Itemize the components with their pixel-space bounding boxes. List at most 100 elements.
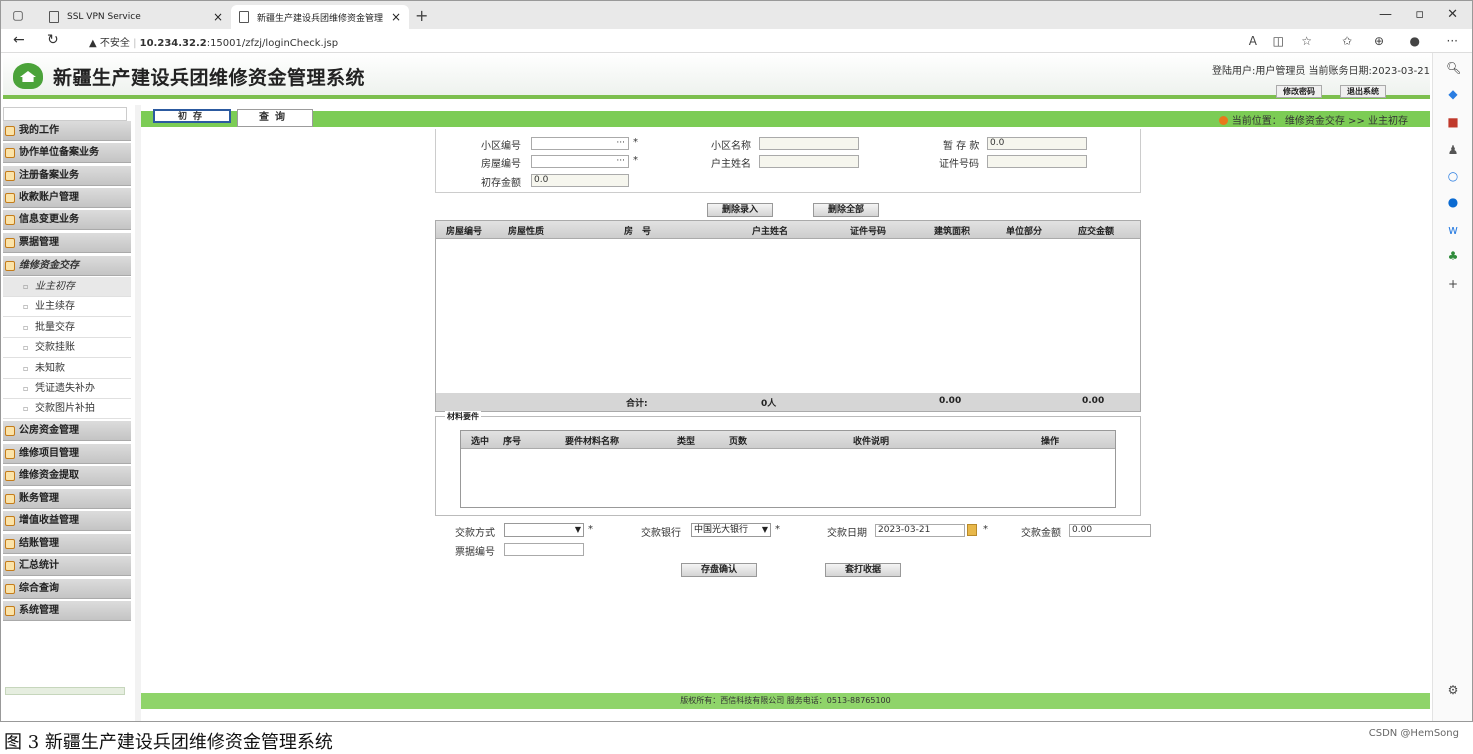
- people-icon[interactable]: ♟: [1446, 143, 1460, 157]
- sidebar-scrollbar[interactable]: [135, 105, 141, 721]
- payment-amount-input[interactable]: 0.00: [1069, 524, 1151, 537]
- sidebar-item-registration[interactable]: 注册备案业务: [3, 166, 131, 186]
- community-name-label: 小区名称: [711, 141, 751, 152]
- sidebar-item-statistics[interactable]: 汇总统计: [3, 556, 131, 576]
- favorites-icon[interactable]: ✩: [1342, 34, 1352, 48]
- folder-icon: [5, 215, 15, 225]
- sidebar-item-label: 系统管理: [19, 605, 59, 616]
- window-close-icon[interactable]: ✕: [1447, 7, 1458, 22]
- browser-tab-strip: ▢ SSL VPN Service × 新疆生产建设兵团维修资金管理 × + —…: [1, 1, 1472, 29]
- tab-actions-icon[interactable]: ▢: [11, 8, 25, 22]
- column-header: 建筑面积: [934, 227, 971, 237]
- close-tab-icon[interactable]: ×: [391, 10, 401, 24]
- profile-icon[interactable]: ●: [1410, 34, 1420, 48]
- calendar-icon[interactable]: [967, 524, 977, 536]
- house-code-label: 房屋编号: [481, 159, 521, 170]
- folder-icon: [5, 494, 15, 504]
- reader-view-icon[interactable]: ◫: [1273, 34, 1284, 48]
- payment-date-input[interactable]: 2023-03-21: [875, 524, 965, 537]
- browser-tab-vpn[interactable]: SSL VPN Service ×: [41, 5, 231, 29]
- sidebar-item-accounting[interactable]: 账务管理: [3, 489, 131, 509]
- address-bar: ← ↻ ▲ 不安全 | 10.234.32.2:15001/zfzj/login…: [1, 29, 1472, 53]
- figure-caption: 图 3 新疆生产建设兵团维修资金管理系统: [4, 732, 333, 753]
- settings-icon[interactable]: ⚙: [1446, 683, 1460, 697]
- more-icon[interactable]: ···: [1447, 34, 1458, 48]
- tab-initial-deposit[interactable]: 初存: [153, 109, 231, 123]
- house-code-input[interactable]: ···: [531, 155, 629, 168]
- sidebar-item-partner-filing[interactable]: 协作单位备案业务: [3, 143, 131, 163]
- folder-open-icon: [5, 261, 15, 271]
- app-footer: 版权所有：西信科技有限公司 服务电话：0513-88765100: [141, 693, 1430, 709]
- initial-amount-field: 0.0: [531, 174, 629, 187]
- sidebar-item-public-housing[interactable]: 公房资金管理: [3, 421, 131, 441]
- temp-amount-label: 暂 存 款: [943, 141, 980, 152]
- search-icon[interactable]: 🔍︎: [1446, 61, 1461, 75]
- payment-bank-select[interactable]: 中国光大银行 ▼: [691, 523, 771, 537]
- total-area: 0.00: [939, 396, 962, 406]
- delete-all-button[interactable]: 删除全部: [813, 203, 879, 217]
- community-code-input[interactable]: ···: [531, 137, 629, 150]
- back-icon[interactable]: ←: [13, 32, 25, 48]
- folder-icon: [5, 584, 15, 594]
- designer-icon[interactable]: w: [1446, 223, 1460, 237]
- total-label: 合计:: [626, 399, 648, 409]
- sidebar-subitem-owner-renew[interactable]: 业主续存: [3, 297, 131, 317]
- sidebar-item-tickets[interactable]: 票据管理: [3, 233, 131, 253]
- materials-legend: 材料要件: [445, 411, 481, 422]
- read-aloud-icon[interactable]: A: [1249, 34, 1257, 48]
- minimize-icon[interactable]: —: [1379, 7, 1392, 22]
- sidebar-item-label: 注册备案业务: [19, 170, 79, 181]
- ticket-number-input[interactable]: [504, 543, 584, 556]
- sidebar-item-system[interactable]: 系统管理: [3, 601, 131, 621]
- office-icon[interactable]: ○: [1446, 169, 1460, 183]
- sidebar-item-revenue[interactable]: 增值收益管理: [3, 511, 131, 531]
- delete-entry-button[interactable]: 删除录入: [707, 203, 773, 217]
- sidebar-subitem-pending[interactable]: 交款挂账: [3, 338, 131, 358]
- browser-tab-app[interactable]: 新疆生产建设兵团维修资金管理 ×: [231, 5, 409, 29]
- tree-icon[interactable]: ♣: [1446, 249, 1460, 263]
- sidebar-subitem-owner-initial[interactable]: 业主初存: [3, 277, 131, 297]
- favorite-icon[interactable]: ☆: [1301, 34, 1312, 48]
- sidebar-subitem-lost-voucher[interactable]: 凭证遗失补办: [3, 379, 131, 399]
- sidebar-subitem-unknown[interactable]: 未知款: [3, 359, 131, 379]
- new-tab-icon[interactable]: +: [415, 6, 428, 25]
- restore-icon[interactable]: ▫: [1415, 7, 1424, 22]
- tag-icon[interactable]: ◆: [1446, 87, 1460, 101]
- change-password-button[interactable]: 修改密码: [1276, 85, 1322, 98]
- sidebar-search-input[interactable]: [3, 107, 127, 121]
- total-amount: 0.00: [1082, 396, 1105, 406]
- required-mark: *: [983, 524, 988, 535]
- url-field[interactable]: ▲ 不安全 | 10.234.32.2:15001/zfzj/loginChec…: [89, 34, 338, 49]
- folder-icon: [5, 426, 15, 436]
- folder-icon: [5, 171, 15, 181]
- save-confirm-button[interactable]: 存盘确认: [681, 563, 757, 577]
- sidebar-item-my-work[interactable]: 我的工作: [3, 121, 131, 141]
- app-header: 新疆生产建设兵团维修资金管理系统 登陆用户:用户管理员 当前账务日期:2023-…: [3, 53, 1430, 99]
- id-number-label: 证件号码: [939, 159, 979, 170]
- house-table: 房屋编号 房屋性质 房 号 户主姓名 证件号码 建筑面积 单位部分 应交金额 合…: [435, 220, 1141, 412]
- tab-query[interactable]: 查询: [237, 109, 313, 127]
- logout-button[interactable]: 退出系统: [1340, 85, 1386, 98]
- add-icon[interactable]: +: [1446, 277, 1460, 291]
- sidebar-item-repair-projects[interactable]: 维修项目管理: [3, 444, 131, 464]
- collections-icon[interactable]: ⊕: [1374, 34, 1384, 48]
- outlook-icon[interactable]: ●: [1446, 195, 1460, 209]
- close-tab-icon[interactable]: ×: [213, 10, 223, 24]
- sidebar-item-fund-deposit[interactable]: 维修资金交存: [3, 256, 131, 276]
- sidebar-item-info-change[interactable]: 信息变更业务: [3, 210, 131, 230]
- sidebar-item-fund-withdraw[interactable]: 维修资金提取: [3, 466, 131, 486]
- sidebar-item-closing[interactable]: 结账管理: [3, 534, 131, 554]
- sidebar-subitem-batch[interactable]: 批量交存: [3, 318, 131, 338]
- toolbox-icon[interactable]: ■: [1446, 115, 1460, 129]
- column-header: 类型: [677, 437, 696, 447]
- print-receipt-button[interactable]: 套打收据: [825, 563, 901, 577]
- warning-icon: ▲: [89, 38, 97, 49]
- sidebar-item-label: 协作单位备案业务: [19, 147, 99, 158]
- sidebar-subitem-photo[interactable]: 交款图片补拍: [3, 399, 131, 419]
- table-header: 选中 序号 要件材料名称 类型 页数 收件说明 操作: [461, 431, 1115, 449]
- refresh-icon[interactable]: ↻: [47, 32, 59, 48]
- community-name-field: [759, 137, 859, 150]
- sidebar-item-accounts[interactable]: 收款账户管理: [3, 188, 131, 208]
- sidebar-item-query[interactable]: 综合查询: [3, 579, 131, 599]
- payment-method-select[interactable]: ▼: [504, 523, 584, 537]
